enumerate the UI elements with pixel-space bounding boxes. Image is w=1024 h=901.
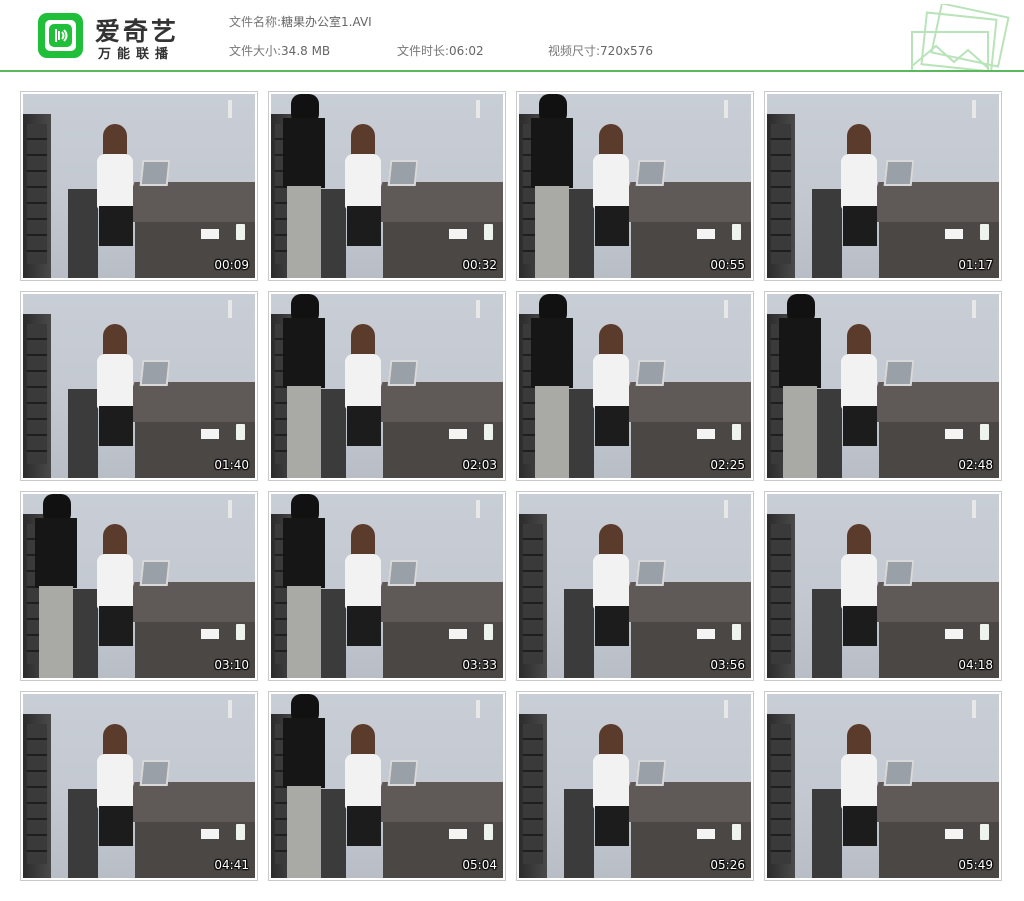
video-thumbnail[interactable]: 04:41 <box>20 691 258 881</box>
video-thumbnail[interactable]: 03:56 <box>516 491 754 681</box>
video-thumbnail[interactable]: 05:04 <box>268 691 506 881</box>
video-thumbnail[interactable]: 00:09 <box>20 91 258 281</box>
thumbnail-image: 03:56 <box>519 494 751 678</box>
video-thumbnail[interactable]: 04:18 <box>764 491 1002 681</box>
thumbnail-timestamp: 05:26 <box>710 858 745 872</box>
thumbnail-image: 05:04 <box>271 694 503 878</box>
thumbnail-timestamp: 01:17 <box>958 258 993 272</box>
thumbnail-timestamp: 05:04 <box>462 858 497 872</box>
video-thumbnail[interactable]: 05:49 <box>764 691 1002 881</box>
thumbnail-timestamp: 04:41 <box>214 858 249 872</box>
thumbnail-image: 01:17 <box>767 94 999 278</box>
thumbnail-image: 04:18 <box>767 494 999 678</box>
thumbnail-timestamp: 05:49 <box>958 858 993 872</box>
video-thumbnail[interactable]: 01:40 <box>20 291 258 481</box>
thumbnail-image: 05:49 <box>767 694 999 878</box>
thumbnail-timestamp: 02:48 <box>958 458 993 472</box>
thumbnail-timestamp: 03:56 <box>710 658 745 672</box>
file-name-info: 文件名称:糖果办公室1.AVI <box>229 13 372 30</box>
photo-stack-icon <box>911 4 1010 70</box>
video-thumbnail[interactable]: 02:03 <box>268 291 506 481</box>
thumbnail-image: 02:25 <box>519 294 751 478</box>
thumbnail-image: 04:41 <box>23 694 255 878</box>
video-thumbnail[interactable]: 00:32 <box>268 91 506 281</box>
thumbnail-image: 00:32 <box>271 94 503 278</box>
thumbnail-image: 00:55 <box>519 94 751 278</box>
file-duration-label: 文件时长: <box>397 44 450 58</box>
thumbnail-image: 03:33 <box>271 494 503 678</box>
thumbnail-image: 02:03 <box>271 294 503 478</box>
video-thumbnail[interactable]: 02:48 <box>764 291 1002 481</box>
thumbnail-timestamp: 00:32 <box>462 258 497 272</box>
file-size-value: 34.8 MB <box>281 44 331 58</box>
thumbnail-image: 05:26 <box>519 694 751 878</box>
thumbnail-timestamp: 03:10 <box>214 658 249 672</box>
video-thumbnail[interactable]: 03:10 <box>20 491 258 681</box>
video-dimensions-value: 720x576 <box>600 44 653 58</box>
video-thumbnail[interactable]: 01:17 <box>764 91 1002 281</box>
file-name-label: 文件名称: <box>229 15 282 29</box>
thumbnail-image: 03:10 <box>23 494 255 678</box>
file-duration-info: 文件时长:06:02 <box>397 42 484 59</box>
file-duration-value: 06:02 <box>449 44 484 58</box>
thumbnail-timestamp: 02:25 <box>710 458 745 472</box>
video-thumbnail[interactable]: 02:25 <box>516 291 754 481</box>
file-size-info: 文件大小:34.8 MB <box>229 42 330 59</box>
iqiyi-logo-icon <box>38 13 83 58</box>
file-size-label: 文件大小: <box>229 44 282 58</box>
thumbnail-image: 01:40 <box>23 294 255 478</box>
video-dimensions-label: 视频尺寸: <box>548 44 601 58</box>
thumbnail-image: 02:48 <box>767 294 999 478</box>
thumbnail-image: 00:09 <box>23 94 255 278</box>
thumbnail-timestamp: 02:03 <box>462 458 497 472</box>
file-name-value: 糖果办公室1.AVI <box>281 15 372 29</box>
video-thumbnail[interactable]: 03:33 <box>268 491 506 681</box>
video-thumbnail[interactable]: 00:55 <box>516 91 754 281</box>
thumbnail-timestamp: 00:55 <box>710 258 745 272</box>
thumbnail-timestamp: 00:09 <box>214 258 249 272</box>
brand-subtitle: 万能联播 <box>98 47 175 62</box>
thumbnail-timestamp: 03:33 <box>462 658 497 672</box>
video-thumbnail[interactable]: 05:26 <box>516 691 754 881</box>
header-divider <box>0 70 1024 72</box>
thumbnail-timestamp: 04:18 <box>958 658 993 672</box>
header: 爱奇艺 万能联播 文件名称:糖果办公室1.AVI 文件大小:34.8 MB 文件… <box>0 0 1024 71</box>
video-dimensions-info: 视频尺寸:720x576 <box>548 42 653 59</box>
thumbnail-timestamp: 01:40 <box>214 458 249 472</box>
